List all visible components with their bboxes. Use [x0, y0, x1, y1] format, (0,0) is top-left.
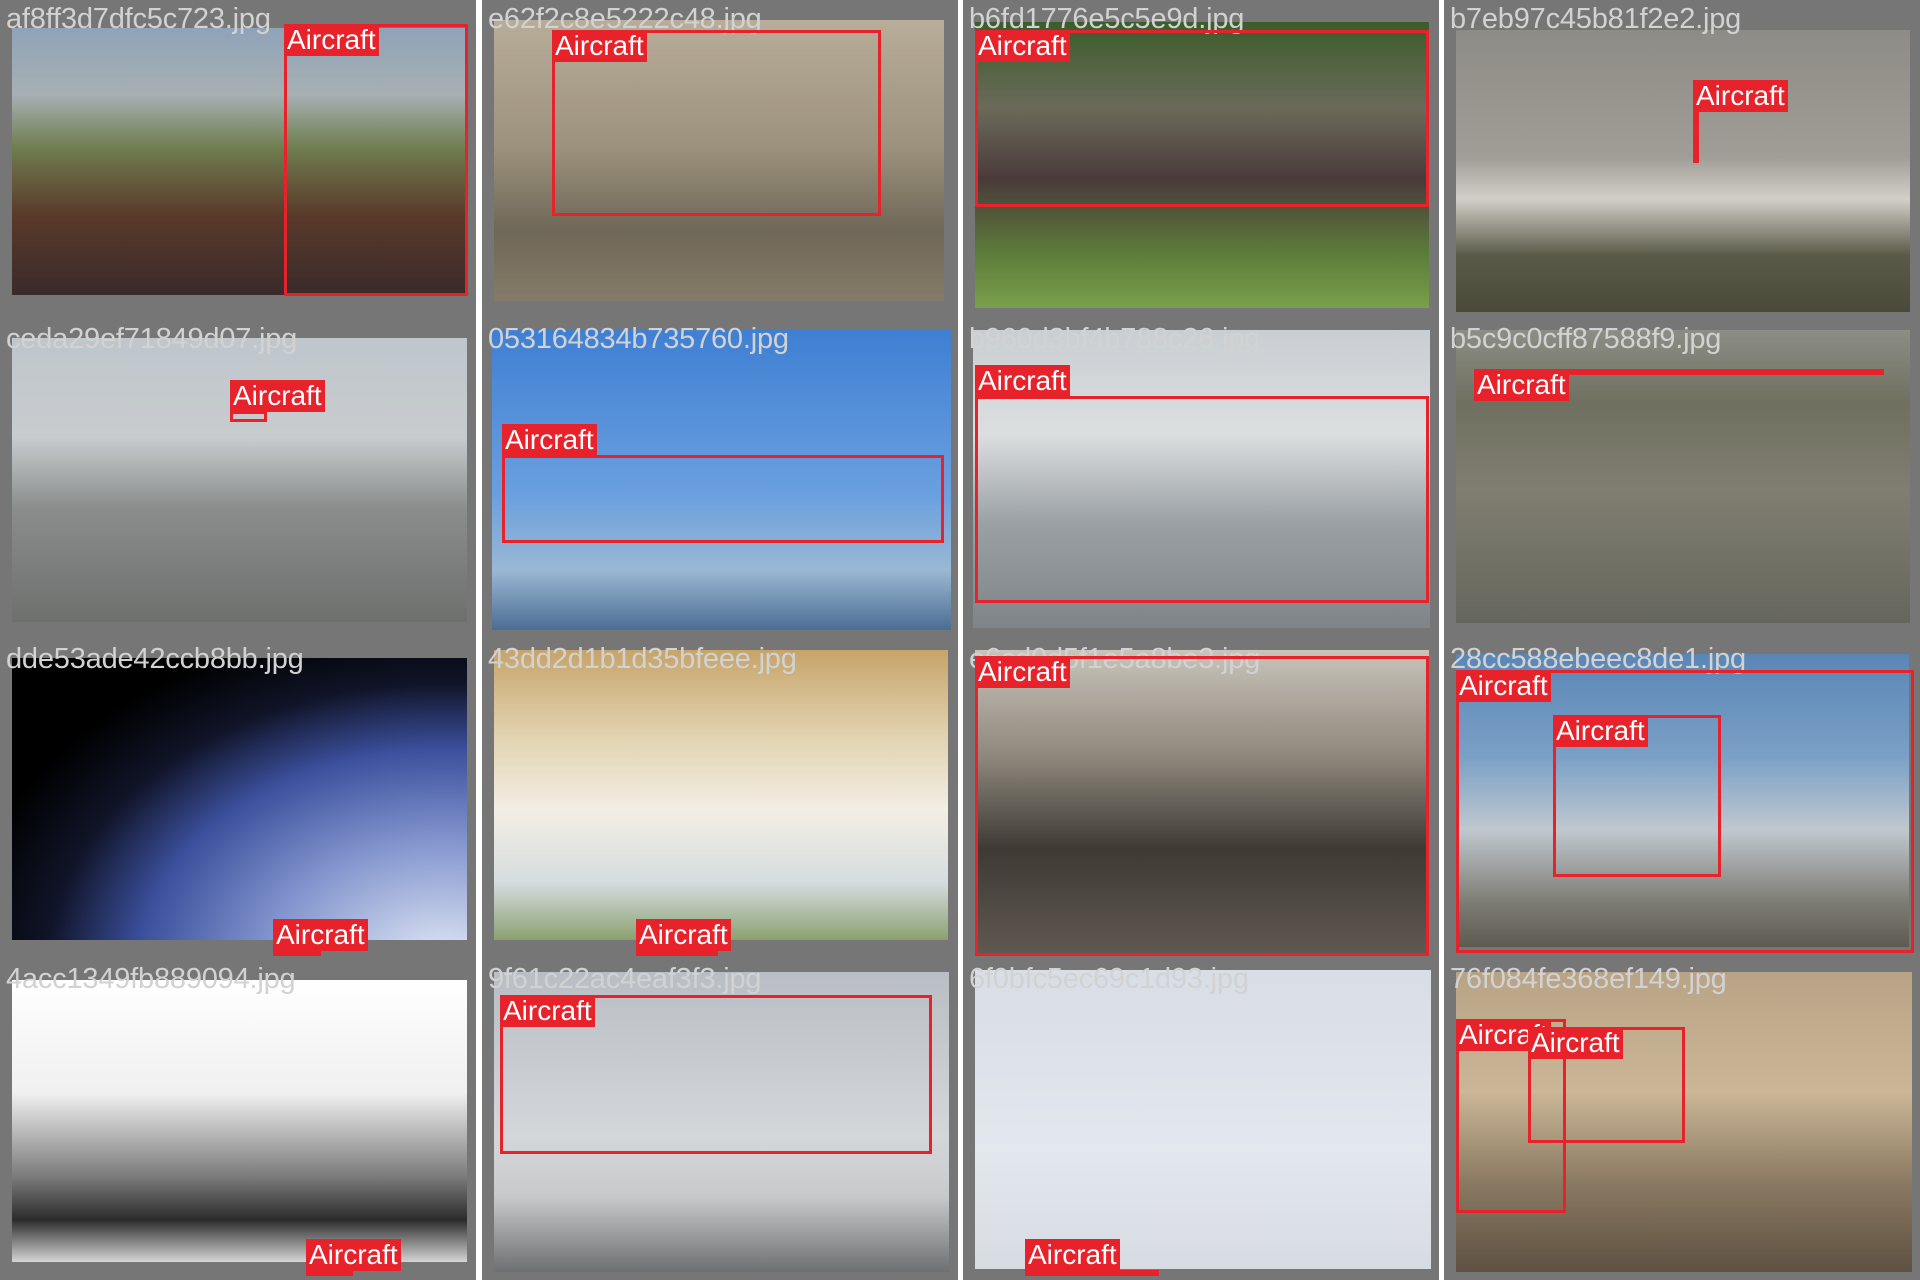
result-tile[interactable]: ceda29ef71849d07.jpg Aircraft: [0, 320, 476, 640]
thumbnail-image: [1456, 30, 1910, 312]
thumbnail-image: [12, 658, 467, 940]
detection-box[interactable]: Aircraft: [230, 380, 325, 422]
image-filename: 9f61c22ac4eaf3f3.jpg: [488, 963, 762, 995]
result-tile[interactable]: b5c9c0cff87588f9.jpg Aircraft: [1444, 320, 1920, 640]
detection-box[interactable]: Aircraft: [975, 656, 1429, 956]
detection-box[interactable]: Aircraft: [1528, 1027, 1685, 1143]
detection-box[interactable]: Aircraft: [284, 24, 468, 296]
result-tile[interactable]: b7eb97c45b81f2e2.jpg Aircraft: [1444, 0, 1920, 320]
image-filename: dde53ade42ccb8bb.jpg: [6, 643, 304, 675]
detection-label: Aircraft: [1025, 1239, 1120, 1271]
detection-box[interactable]: Aircraft: [273, 919, 368, 956]
detection-results-grid: af8ff3d7dfc5c723.jpg Aircraft e62f2c8e5222…: [0, 0, 1920, 1280]
result-tile[interactable]: af8ff3d7dfc5c723.jpg Aircraft: [0, 0, 476, 320]
result-tile[interactable]: 9f61c22ac4eaf3f3.jpg Aircraft: [482, 960, 958, 1280]
detection-label: Aircraft: [502, 424, 597, 456]
image-filename: b5c9c0cff87588f9.jpg: [1450, 323, 1722, 355]
detection-box[interactable]: Aircraft: [636, 919, 731, 956]
detection-label: Aircraft: [1693, 80, 1788, 112]
result-tile[interactable]: e62f2c8e5222c48.jpg Aircraft: [482, 0, 958, 320]
result-tile[interactable]: dde53ade42ccb8bb.jpg Aircraft: [0, 640, 476, 960]
image-filename: ceda29ef71849d07.jpg: [6, 323, 298, 355]
detection-box[interactable]: Aircraft: [975, 365, 1429, 603]
detection-box[interactable]: Aircraft: [1474, 369, 1884, 401]
result-tile[interactable]: 43dd2d1b1d35bfeee.jpg Aircraft: [482, 640, 958, 960]
thumbnail-image: [12, 980, 467, 1262]
image-filename: 76f084fe368ef149.jpg: [1450, 963, 1727, 995]
detection-label: Aircraft: [552, 30, 647, 62]
detection-box[interactable]: Aircraft: [552, 30, 881, 216]
thumbnail-image: [975, 970, 1431, 1269]
image-filename: 43dd2d1b1d35bfeee.jpg: [488, 643, 797, 675]
result-tile[interactable]: b6fd1776e5c5e9d.jpg Aircraft: [963, 0, 1439, 320]
image-filename: 6f0bfc5ec69c1d93.jpg: [969, 963, 1249, 995]
detection-label: Aircraft: [306, 1239, 401, 1271]
image-filename: b960d3bf4b788c26.jpg: [969, 323, 1261, 355]
result-tile[interactable]: b960d3bf4b788c26.jpg Aircraft: [963, 320, 1439, 640]
image-filename: 053164834b735760.jpg: [488, 323, 789, 355]
detection-box[interactable]: Aircraft: [306, 1239, 401, 1276]
detection-label: Aircraft: [1474, 369, 1569, 401]
result-tile[interactable]: 4acc1349fb889094.jpg Aircraft: [0, 960, 476, 1280]
image-filename: 4acc1349fb889094.jpg: [6, 963, 296, 995]
detection-label: Aircraft: [975, 365, 1070, 397]
detection-box[interactable]: Aircraft: [502, 424, 944, 543]
result-tile[interactable]: 6f0bfc5ec69c1d93.jpg Aircraft: [963, 960, 1439, 1280]
detection-label: Aircraft: [284, 24, 379, 56]
result-tile[interactable]: e6cd0d5f1e5a8be3.jpg Aircraft: [963, 640, 1439, 960]
detection-label: Aircraft: [1456, 670, 1551, 702]
detection-box[interactable]: Aircraft: [1553, 715, 1721, 877]
result-tile[interactable]: 28cc588ebeec8de1.jpg Aircraft Aircraft: [1444, 640, 1920, 960]
detection-box[interactable]: Aircraft: [500, 995, 932, 1154]
result-tile[interactable]: 053164834b735760.jpg Aircraft: [482, 320, 958, 640]
detection-label: Aircraft: [636, 919, 731, 951]
detection-box[interactable]: Aircraft: [975, 30, 1429, 207]
result-tile[interactable]: 76f084fe368ef149.jpg Aircraft Aircraft: [1444, 960, 1920, 1280]
detection-label: Aircraft: [975, 656, 1070, 688]
detection-label: Aircraft: [500, 995, 595, 1027]
detection-label: Aircraft: [975, 30, 1070, 62]
detection-box[interactable]: Aircraft: [1693, 80, 1788, 163]
detection-label: Aircraft: [273, 919, 368, 951]
image-filename: b7eb97c45b81f2e2.jpg: [1450, 3, 1742, 35]
detection-box[interactable]: Aircraft: [1025, 1239, 1159, 1276]
thumbnail-image: [494, 650, 948, 940]
image-filename: af8ff3d7dfc5c723.jpg: [6, 3, 271, 35]
detection-label: Aircraft: [230, 380, 325, 412]
detection-label: Aircraft: [1553, 715, 1648, 747]
detection-label: Aircraft: [1528, 1027, 1623, 1059]
